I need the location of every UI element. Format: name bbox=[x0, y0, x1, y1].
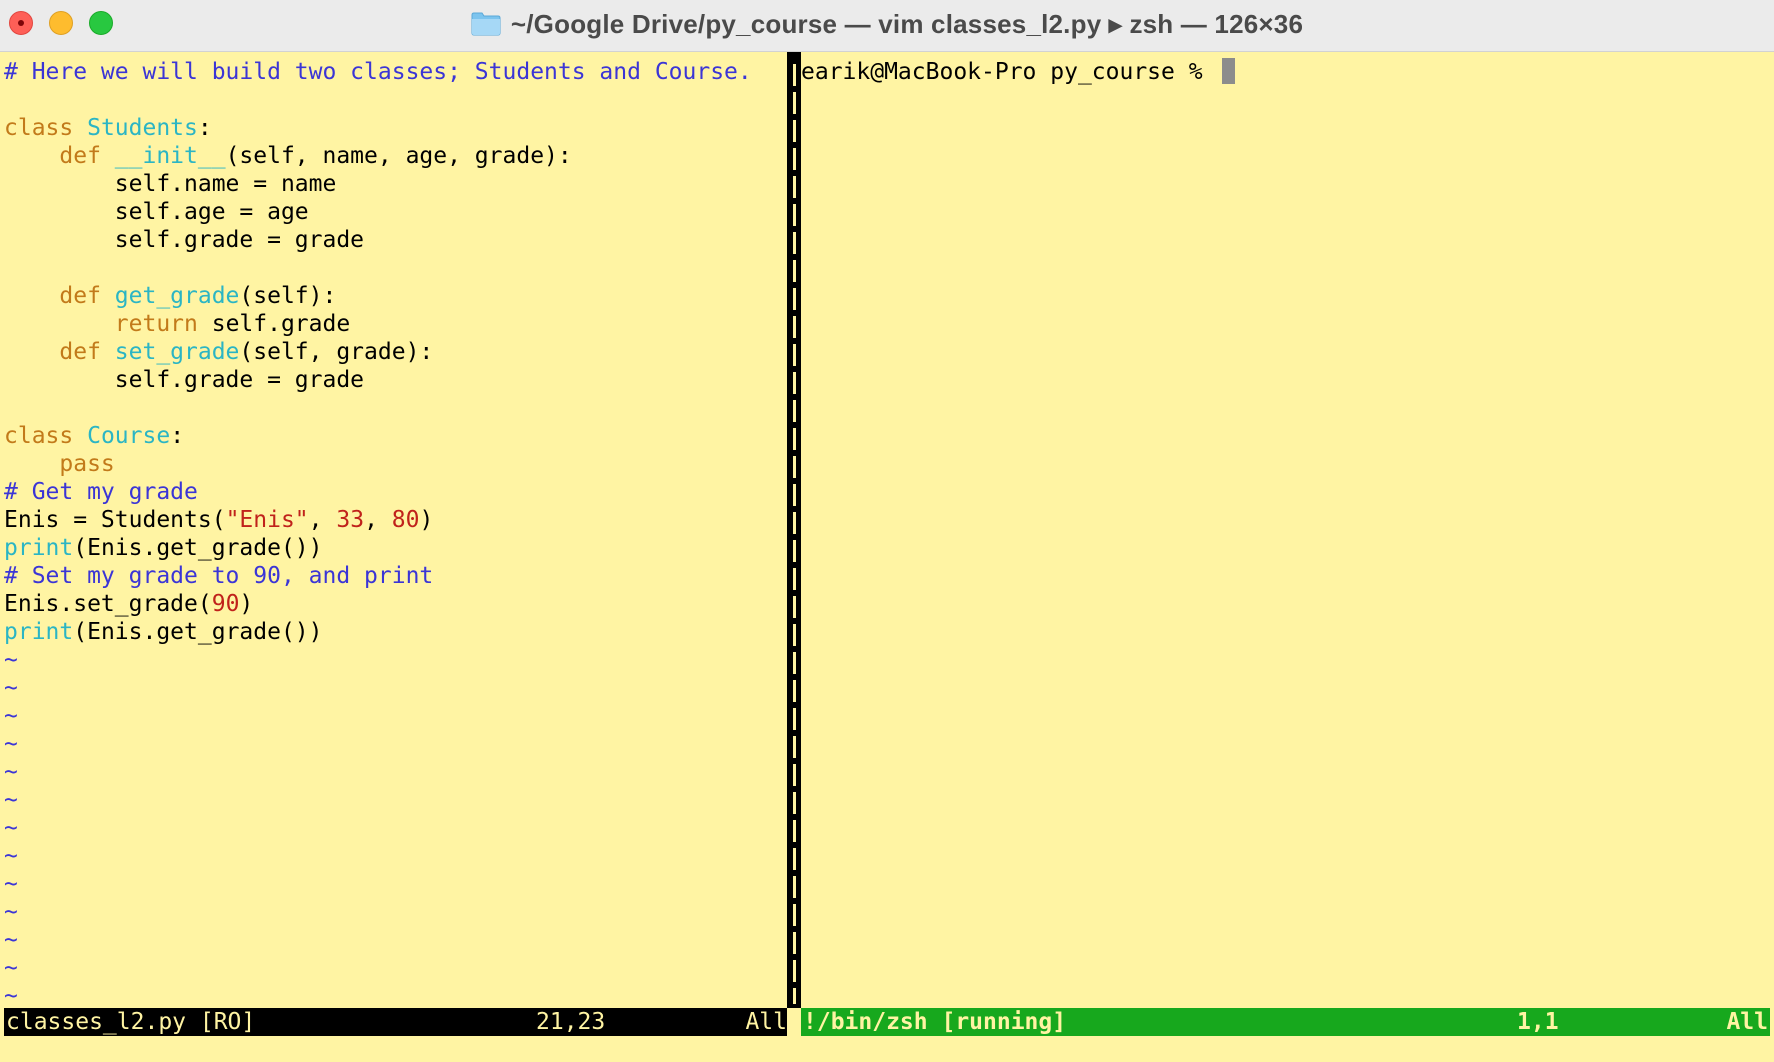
code-token-plain: (Enis.get_grade()) bbox=[73, 535, 323, 561]
code-token-keyword: class bbox=[4, 423, 88, 449]
editor-status-scroll: All bbox=[745, 1009, 787, 1035]
code-token-plain: (self): bbox=[239, 283, 337, 309]
folder-icon bbox=[471, 12, 501, 36]
code-line[interactable]: # Get my grade bbox=[4, 478, 752, 506]
empty-line-marker: ~ bbox=[4, 759, 18, 785]
code-token-keyword: pass bbox=[59, 451, 115, 477]
code-line[interactable] bbox=[4, 394, 752, 422]
code-line[interactable]: self.name = name bbox=[4, 170, 752, 198]
code-token-plain: self.age = age bbox=[4, 199, 309, 225]
code-token-comment: # Here we will build two classes; Studen… bbox=[4, 59, 752, 85]
code-token-plain: (Enis.get_grade()) bbox=[73, 619, 323, 645]
window-title: ~/Google Drive/py_course — vim classes_l… bbox=[510, 8, 1304, 39]
code-token-builtin: print bbox=[4, 535, 74, 561]
code-token-builtin: print bbox=[4, 619, 74, 645]
code-token-comment: # Get my grade bbox=[4, 479, 198, 505]
code-token-keyword: def bbox=[59, 143, 115, 169]
code-token-name: Course bbox=[87, 423, 171, 449]
empty-line-marker: ~ bbox=[4, 815, 18, 841]
terminal-status-line: !/bin/zsh [running] 1,1 All bbox=[801, 1008, 1770, 1036]
code-token-plain: Enis.set_grade( bbox=[4, 591, 212, 617]
editor-status-position: 21,23 bbox=[536, 1009, 606, 1035]
code-token-plain: , bbox=[308, 507, 337, 533]
terminal-output[interactable]: earik@MacBook-Pro py_course % bbox=[801, 58, 1236, 86]
code-token-keyword: class bbox=[4, 115, 88, 141]
code-token-plain: : bbox=[170, 423, 185, 449]
code-line[interactable]: print(Enis.get_grade()) bbox=[4, 618, 752, 646]
code-line[interactable]: Enis = Students("Enis", 33, 80) bbox=[4, 506, 752, 534]
code-token-name: Students bbox=[87, 115, 198, 141]
code-line[interactable]: print(Enis.get_grade()) bbox=[4, 534, 752, 562]
code-token-keyword: def bbox=[59, 339, 115, 365]
code-token-number: 80 bbox=[391, 507, 420, 533]
code-token-plain: (self, grade): bbox=[239, 339, 434, 365]
terminal-status-scroll: All bbox=[1726, 1009, 1768, 1035]
code-token-plain: ) bbox=[419, 507, 434, 533]
code-line[interactable]: Enis.set_grade(90) bbox=[4, 590, 752, 618]
code-token-number: 90 bbox=[211, 591, 240, 617]
code-token-name: set_grade bbox=[114, 339, 240, 365]
code-token-string: "Enis" bbox=[225, 507, 309, 533]
code-token-plain: Enis = Students( bbox=[4, 507, 226, 533]
terminal-cursor bbox=[1222, 58, 1236, 84]
code-line[interactable]: # Here we will build two classes; Studen… bbox=[4, 58, 752, 86]
code-line[interactable]: self.grade = grade bbox=[4, 366, 752, 394]
vim-editor-pane[interactable]: # Here we will build two classes; Studen… bbox=[0, 52, 787, 1008]
code-token-comment: # Set my grade to 90, and print bbox=[4, 563, 434, 589]
code-token-plain: : bbox=[197, 115, 212, 141]
code-token-name: get_grade bbox=[114, 283, 240, 309]
empty-line-marker: ~ bbox=[4, 983, 18, 1008]
terminal-status-position: 1,1 bbox=[1517, 1009, 1559, 1035]
empty-line-marker: ~ bbox=[4, 899, 18, 925]
empty-line-marker: ~ bbox=[4, 927, 18, 953]
empty-line-marker: ~ bbox=[4, 703, 18, 729]
empty-line-marker: ~ bbox=[4, 731, 18, 757]
code-token-name: __init__ bbox=[114, 143, 226, 169]
code-line[interactable] bbox=[4, 254, 752, 282]
code-token-plain: , bbox=[364, 507, 392, 533]
empty-line-marker: ~ bbox=[4, 647, 18, 673]
empty-line-marker: ~ bbox=[4, 843, 18, 869]
code-token-plain: self.grade = grade bbox=[4, 367, 365, 393]
empty-line-marker: ~ bbox=[4, 871, 18, 897]
code-line[interactable] bbox=[4, 86, 752, 114]
terminal-status-filename: !/bin/zsh [running] bbox=[803, 1009, 1067, 1035]
code-line[interactable]: return self.grade bbox=[4, 310, 752, 338]
code-token-plain: self.grade bbox=[197, 311, 351, 337]
editor-status-line: classes_l2.py [RO] 21,23 All bbox=[4, 1008, 787, 1036]
code-line[interactable]: # Set my grade to 90, and print bbox=[4, 562, 752, 590]
code-token-plain: self.name = name bbox=[4, 171, 337, 197]
code-line[interactable]: class Students: bbox=[4, 114, 752, 142]
code-token-plain: ) bbox=[239, 591, 254, 617]
code-token-number: 33 bbox=[336, 507, 365, 533]
window-title-group: ~/Google Drive/py_course — vim classes_l… bbox=[0, 0, 1774, 48]
code-line[interactable]: def get_grade(self): bbox=[4, 282, 752, 310]
code-token-plain: self.grade = grade bbox=[4, 227, 365, 253]
code-token-keyword: return bbox=[114, 311, 198, 337]
code-line[interactable]: class Course: bbox=[4, 422, 752, 450]
code-token-plain: (self, name, age, grade): bbox=[225, 143, 572, 169]
code-line[interactable]: self.grade = grade bbox=[4, 226, 752, 254]
shell-prompt: earik@MacBook-Pro py_course % bbox=[801, 59, 1217, 85]
empty-line-marker: ~ bbox=[4, 675, 18, 701]
empty-line-marker: ~ bbox=[4, 955, 18, 981]
code-line[interactable]: pass bbox=[4, 450, 752, 478]
editor-status-filename: classes_l2.py [RO] bbox=[6, 1009, 256, 1035]
code-line[interactable]: def set_grade(self, grade): bbox=[4, 338, 752, 366]
code-line[interactable]: def __init__(self, name, age, grade): bbox=[4, 142, 752, 170]
vim-command-line[interactable] bbox=[0, 1036, 1774, 1062]
terminal-pane[interactable]: earik@MacBook-Pro py_course % bbox=[801, 52, 1774, 1008]
code-buffer[interactable]: # Here we will build two classes; Studen… bbox=[4, 58, 752, 1008]
empty-line-marker: ~ bbox=[4, 787, 18, 813]
code-token-keyword: def bbox=[59, 283, 115, 309]
title-bar: ~/Google Drive/py_course — vim classes_l… bbox=[0, 0, 1774, 52]
code-line[interactable]: self.age = age bbox=[4, 198, 752, 226]
vertical-split-divider[interactable] bbox=[787, 52, 801, 1008]
